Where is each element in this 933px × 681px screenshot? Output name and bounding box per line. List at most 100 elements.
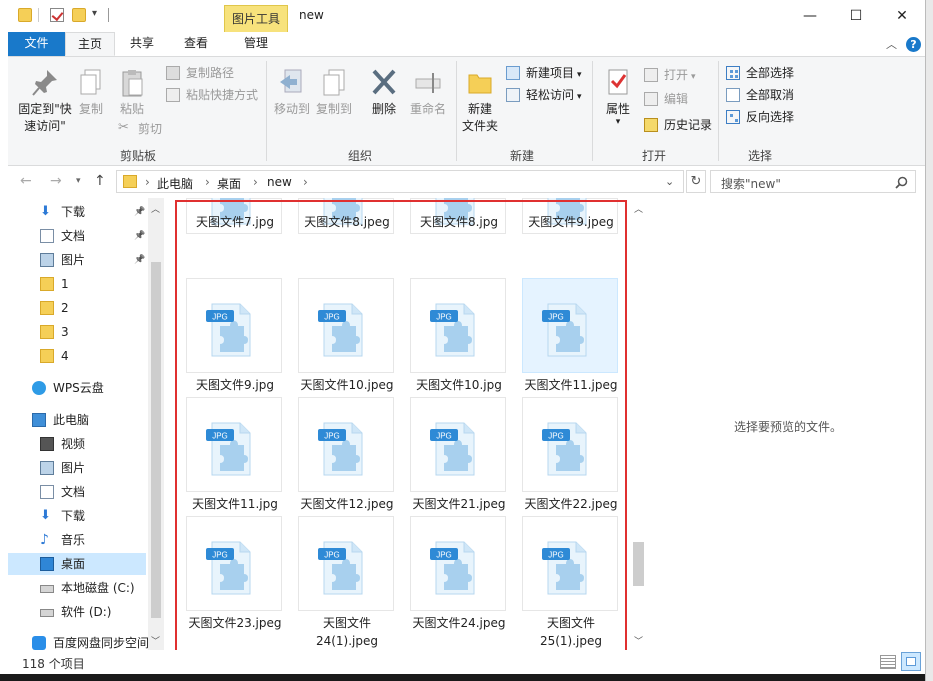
properties-button[interactable]: 属性 ▾ <box>598 67 638 127</box>
paste-shortcut-label: 粘贴快捷方式 <box>186 88 259 102</box>
file-name: 天图文件 25(1).jpeg <box>515 614 627 650</box>
breadcrumb-this-pc[interactable]: 此电脑 <box>157 175 193 192</box>
nav-scrollbar[interactable]: ︿ ﹀ <box>148 198 164 650</box>
large-icons-view-icon[interactable] <box>901 652 921 671</box>
up-arrow-icon[interactable]: ↑ <box>94 173 106 189</box>
copy-to-button[interactable]: 复制到 <box>314 67 354 118</box>
scroll-up-icon[interactable]: ︿ <box>634 202 643 215</box>
recent-locations-icon[interactable]: ▾ <box>76 176 81 186</box>
select-all-button[interactable]: 全部选择 <box>726 63 794 83</box>
sidebar-item[interactable]: 4 <box>8 345 146 367</box>
chevron-down-icon: ▾ <box>577 92 582 102</box>
jpg-file-icon: JPG <box>318 422 363 476</box>
sidebar-item[interactable]: 文档 📌 <box>8 225 146 247</box>
sidebar-item[interactable]: 软件 (D:) <box>8 601 146 623</box>
rename-button[interactable]: 重命名 <box>406 67 450 118</box>
sidebar-item[interactable]: 此电脑 <box>8 409 146 431</box>
properties-quick-icon[interactable] <box>50 8 64 22</box>
file-item[interactable]: JPG 天图文件23.jpeg <box>182 516 288 650</box>
details-view-icon[interactable] <box>880 655 896 669</box>
file-name-line: 天图文件9.jpeg <box>528 215 614 229</box>
tab-manage[interactable]: 管理 <box>224 32 288 56</box>
sidebar-item[interactable]: 图片 <box>8 457 146 479</box>
sidebar-item[interactable]: 3 <box>8 321 146 343</box>
cut-button[interactable]: ✂ 剪切 <box>118 119 162 139</box>
file-item[interactable]: JPG 天图文件24.jpeg <box>406 516 512 650</box>
breadcrumb-desktop[interactable]: 桌面 <box>217 175 241 192</box>
new-item-button[interactable]: 新建项目 ▾ <box>506 63 582 83</box>
copy-path-button[interactable]: 复制路径 <box>166 63 234 83</box>
sidebar-item[interactable]: ⬇ 下载 📌 <box>8 201 146 223</box>
file-name: 天图文件12.jpeg <box>291 495 403 513</box>
history-button[interactable]: 历史记录 <box>644 115 712 135</box>
sidebar-item[interactable]: 文档 <box>8 481 146 503</box>
scroll-up-icon[interactable]: ︿ <box>151 202 160 215</box>
file-scrollbar[interactable]: ︿ ﹀ <box>630 200 647 650</box>
address-dropdown-icon[interactable]: ⌄ <box>665 175 674 188</box>
breadcrumb-separator-icon[interactable]: › <box>303 175 308 189</box>
pin-icon[interactable]: 📌 <box>134 249 145 271</box>
sidebar-item-label: 下载 <box>61 205 86 219</box>
tab-view[interactable]: 查看 <box>170 32 222 56</box>
jpg-file-icon: JPG <box>206 422 251 476</box>
sidebar-item[interactable]: 本地磁盘 (C:) <box>8 577 146 599</box>
edit-button[interactable]: 编辑 <box>644 89 688 109</box>
sidebar-item[interactable]: 2 <box>8 297 146 319</box>
scroll-down-icon[interactable]: ﹀ <box>634 634 643 647</box>
drive-icon <box>40 609 54 617</box>
file-name: 天图文件24.jpeg <box>403 614 515 632</box>
copy-button[interactable]: 复制 <box>74 67 108 118</box>
sidebar-item-label: 此电脑 <box>53 413 90 427</box>
file-name: 天图文件21.jpeg <box>403 495 515 513</box>
jpg-badge-label: JPG <box>548 432 564 441</box>
paste-button[interactable]: 粘贴 <box>114 67 150 118</box>
tab-share[interactable]: 共享 <box>118 32 166 56</box>
breadcrumb-separator-icon[interactable]: › <box>253 175 258 189</box>
sidebar-item-label: 下载 <box>61 509 86 523</box>
pin-icon[interactable]: 📌 <box>134 201 145 223</box>
pin-icon[interactable]: 📌 <box>134 225 145 247</box>
paste-shortcut-button[interactable]: 粘贴快捷方式 <box>166 85 258 105</box>
file-item[interactable]: JPG 天图文件 24(1).jpeg <box>294 516 400 650</box>
address-bar[interactable]: › 此电脑 › 桌面 › new › ⌄ <box>116 170 684 193</box>
tab-home[interactable]: 主页 <box>65 32 115 56</box>
close-button[interactable]: ✕ <box>879 0 925 32</box>
new-folder-button[interactable]: 新建 文件夹 <box>458 67 502 135</box>
back-arrow-icon[interactable]: ← <box>20 173 32 189</box>
maximize-button[interactable]: ☐ <box>833 0 879 32</box>
quick-access-dropdown-icon[interactable]: ▾ <box>92 8 97 19</box>
jpg-badge-label: JPG <box>436 551 452 560</box>
open-button[interactable]: 打开 ▾ <box>644 65 696 85</box>
scroll-down-icon[interactable]: ﹀ <box>151 634 160 647</box>
sidebar-item[interactable]: 桌面 <box>8 553 146 575</box>
jpg-badge-label: JPG <box>212 432 228 441</box>
move-to-button[interactable]: 移动到 <box>272 67 312 118</box>
file-name-line: 天图文件12.jpeg <box>300 497 394 511</box>
nav-scrollbar-thumb[interactable] <box>151 262 161 618</box>
select-none-button[interactable]: 全部取消 <box>726 85 794 105</box>
minimize-button[interactable]: — <box>787 0 833 32</box>
collapse-ribbon-icon[interactable]: ︿ <box>886 36 897 52</box>
sidebar-item[interactable]: WPS云盘 <box>8 377 146 399</box>
sidebar-item[interactable]: 1 <box>8 273 146 295</box>
tab-file[interactable]: 文件 <box>8 32 65 56</box>
sidebar-item[interactable]: ♪ 音乐 <box>8 529 146 551</box>
pin-quick-access-button[interactable]: 固定到"快 速访问" <box>14 67 76 135</box>
file-item[interactable]: JPG 天图文件 25(1).jpeg <box>518 516 624 650</box>
help-icon[interactable]: ? <box>906 37 921 52</box>
file-scrollbar-thumb[interactable] <box>633 542 644 586</box>
invert-selection-button[interactable]: 反向选择 <box>726 107 794 127</box>
search-input[interactable]: 搜索"new" <box>710 170 916 193</box>
sidebar-item[interactable]: 视频 <box>8 433 146 455</box>
breadcrumb-separator-icon[interactable]: › <box>205 175 210 189</box>
jpg-badge-label: JPG <box>324 432 340 441</box>
breadcrumb-separator-icon[interactable]: › <box>145 175 150 189</box>
sidebar-item[interactable]: ⬇ 下载 <box>8 505 146 527</box>
new-folder-quick-icon[interactable] <box>72 8 86 22</box>
breadcrumb-new[interactable]: new <box>267 175 292 189</box>
refresh-icon[interactable]: ↻ <box>686 170 706 193</box>
delete-button[interactable]: 删除 <box>366 67 402 118</box>
sidebar-item[interactable]: 图片 📌 <box>8 249 146 271</box>
forward-arrow-icon[interactable]: → <box>50 173 62 189</box>
easy-access-button[interactable]: 轻松访问 ▾ <box>506 85 582 105</box>
